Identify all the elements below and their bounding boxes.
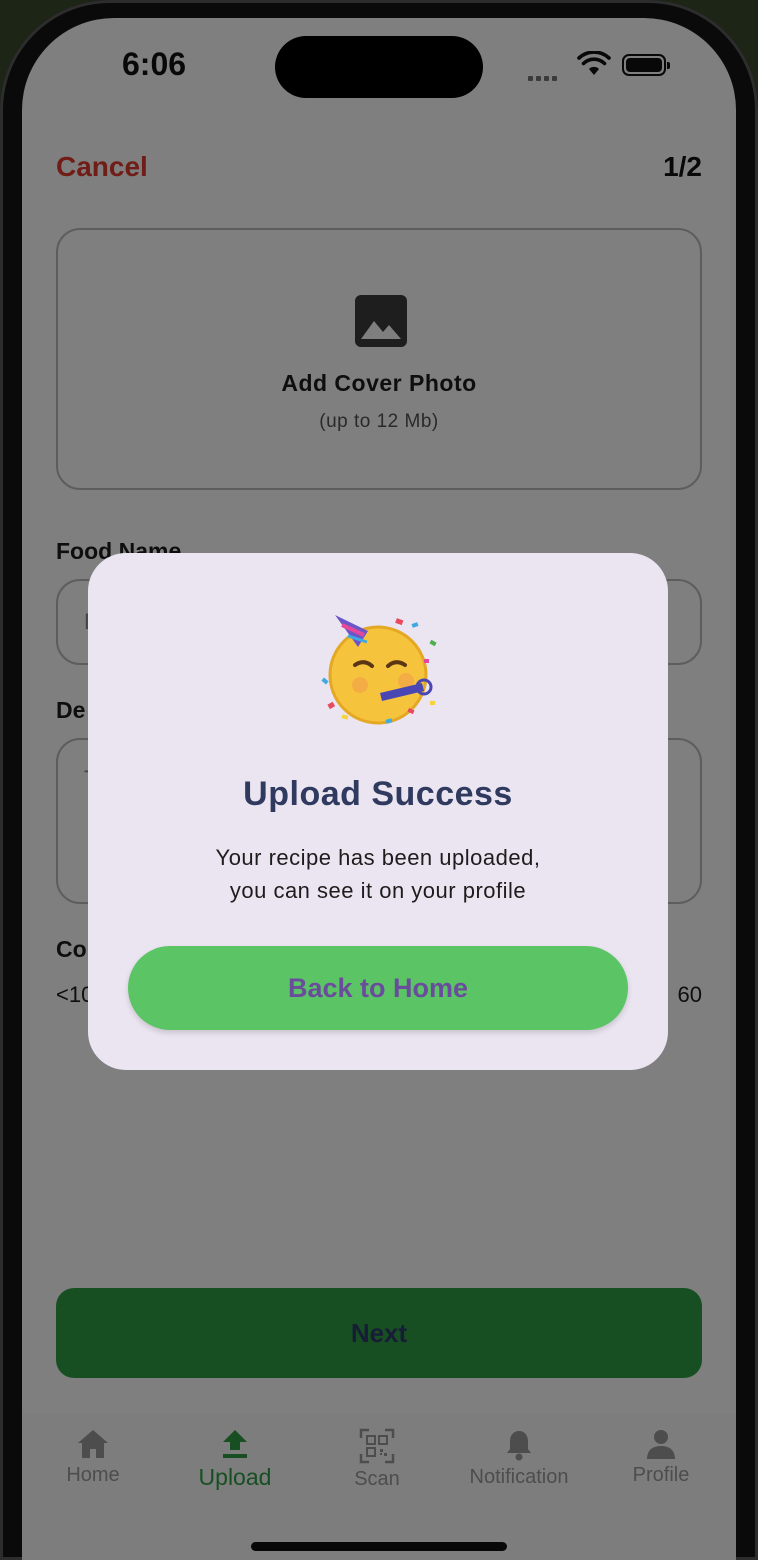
upload-success-dialog: Upload Success Your recipe has been uplo…	[88, 553, 668, 1070]
dialog-title: Upload Success	[243, 775, 513, 813]
back-to-home-button[interactable]: Back to Home	[128, 946, 628, 1030]
dialog-message-line-2: you can see it on your profile	[229, 878, 527, 903]
dialog-message-line-1: Your recipe has been uploaded,	[215, 845, 541, 870]
party-face-icon	[321, 615, 437, 725]
dialog-message: Your recipe has been uploaded, you can s…	[88, 841, 668, 907]
